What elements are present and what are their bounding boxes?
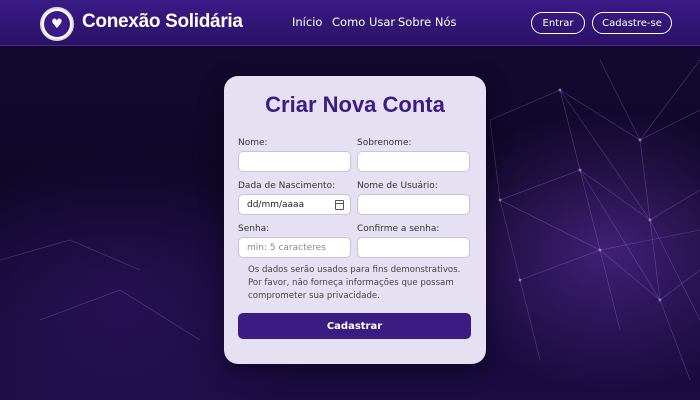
submit-button[interactable]: Cadastrar	[238, 313, 471, 339]
nav-link-como-usar[interactable]: Como Usar	[332, 15, 395, 29]
confirm-password-input[interactable]	[357, 237, 470, 258]
birthdate-label: Dada de Nascimento:	[238, 181, 336, 191]
last-name-label: Sobrenome:	[357, 138, 412, 148]
nav-link-sobre-nos[interactable]: Sobre Nós	[398, 15, 456, 29]
first-name-input[interactable]	[238, 151, 351, 172]
signup-button[interactable]: Cadastre-se	[592, 12, 672, 34]
last-name-input[interactable]	[357, 151, 470, 172]
password-label: Senha:	[238, 224, 270, 234]
confirm-password-label: Confirme a senha:	[357, 224, 440, 234]
first-name-label: Nome:	[238, 138, 268, 148]
privacy-note: Os dados serão usados para fins demonstr…	[248, 265, 461, 301]
form-title: Criar Nova Conta	[265, 92, 445, 117]
password-input[interactable]: min: 5 caracteres	[238, 237, 351, 258]
brand-name[interactable]: Conexão Solidária	[82, 11, 243, 33]
password-placeholder: min: 5 caracteres	[247, 242, 326, 253]
birthdate-input[interactable]: dd/mm/aaaa	[238, 194, 351, 215]
brand-logo[interactable]: ♥	[40, 7, 74, 41]
top-navbar: ♥ Conexão Solidária Início Como Usar Sob…	[0, 0, 700, 46]
login-button[interactable]: Entrar	[531, 12, 585, 34]
username-label: Nome de Usuário:	[357, 181, 438, 191]
calendar-icon[interactable]	[335, 200, 344, 210]
signup-card: Criar Nova Conta Nome: Sobrenome: Dada d…	[224, 76, 486, 364]
nav-link-inicio[interactable]: Início	[292, 15, 322, 29]
heart-hands-icon: ♥	[44, 11, 70, 37]
username-input[interactable]	[357, 194, 470, 215]
birthdate-placeholder: dd/mm/aaaa	[247, 199, 305, 210]
